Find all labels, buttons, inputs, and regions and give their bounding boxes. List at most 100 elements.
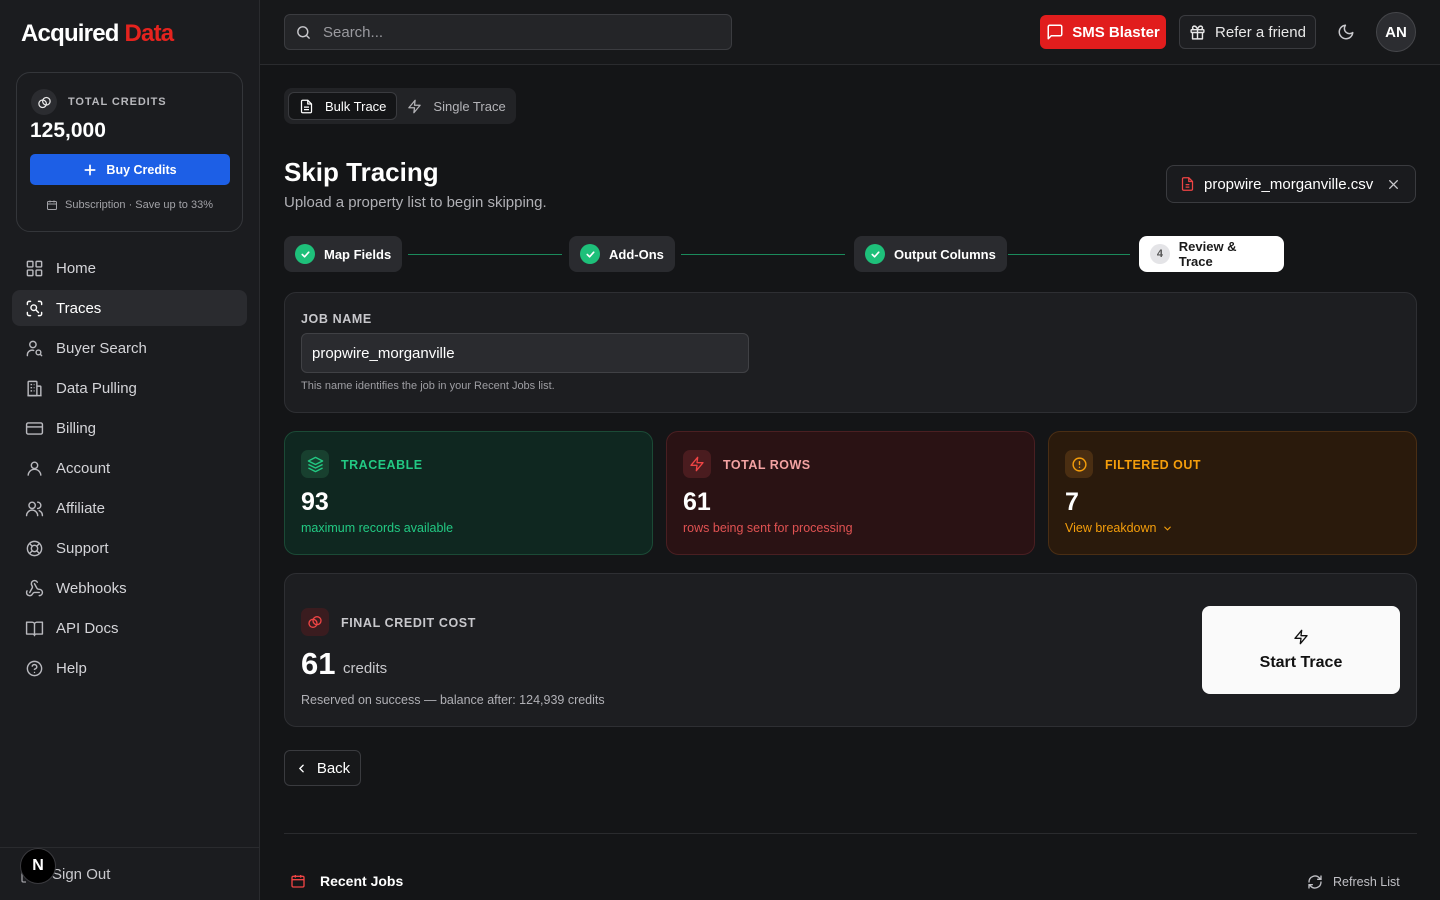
filtered-out-value: 7 [1065, 488, 1079, 516]
traceable-label: TRACEABLE [341, 458, 423, 472]
sidebar-item-account[interactable]: Account [12, 450, 247, 486]
tab-bulk-label: Bulk Trace [325, 98, 387, 114]
sms-blaster-button[interactable]: SMS Blaster [1040, 15, 1166, 49]
step-connector [408, 254, 562, 255]
building-icon [24, 378, 44, 398]
user-icon [24, 458, 44, 478]
sidebar-item-support[interactable]: Support [12, 530, 247, 566]
uploaded-file-chip: propwire_morganville.csv [1166, 165, 1416, 203]
users-icon [24, 498, 44, 518]
search-input[interactable] [323, 23, 703, 41]
step-connector [681, 254, 845, 255]
sidebar-item-label: Help [56, 659, 87, 677]
start-trace-button[interactable]: Start Trace [1202, 606, 1400, 694]
coins-icon [301, 608, 329, 636]
step-label: Review & Trace [1178, 239, 1237, 269]
sidebar-item-label: Buyer Search [56, 339, 147, 357]
back-button[interactable]: Back [284, 750, 361, 786]
check-icon [295, 244, 315, 264]
sidebar-item-label: Webhooks [56, 579, 127, 597]
traceable-stat-card: TRACEABLE 93 maximum records available [284, 431, 653, 555]
sidebar-item-label: Support [56, 539, 109, 557]
step-connector [1008, 254, 1130, 255]
sidebar-item-label: Affiliate [56, 499, 105, 517]
sidebar-item-affiliate[interactable]: Affiliate [12, 490, 247, 526]
chevron-down-icon [1163, 526, 1171, 531]
recent-jobs-title: Recent Jobs [320, 873, 404, 889]
message-icon [1047, 24, 1063, 40]
sidebar-item-api-docs[interactable]: API Docs [12, 610, 247, 646]
view-breakdown-link[interactable]: View breakdown [1065, 521, 1173, 535]
sign-out-link[interactable]: Sign Out [52, 866, 110, 883]
refresh-list-label: Refresh List [1333, 875, 1400, 889]
subscription-note: Subscription · Save up to 33% [65, 199, 213, 211]
subscription-link[interactable]: Subscription · Save up to 33% [17, 199, 242, 211]
credit-card-icon [24, 418, 44, 438]
step-label: Map Fields [324, 246, 392, 262]
refer-friend-label: Refer a friend [1215, 23, 1306, 41]
sidebar-item-label: Traces [56, 299, 102, 317]
brand-name-accent: Data [124, 20, 175, 47]
scan-icon [24, 298, 44, 318]
sidebar-item-webhooks[interactable]: Webhooks [12, 570, 247, 606]
sidebar-item-label: Billing [56, 419, 97, 437]
avatar[interactable]: AN [1376, 12, 1416, 52]
file-name: propwire_morganville.csv [1204, 175, 1374, 193]
wizard-stepper: Map Fields Add-Ons Output Columns 4 Revi… [284, 236, 1284, 272]
sidebar-item-label: API Docs [56, 619, 119, 637]
sidebar-item-traces[interactable]: Traces [12, 290, 247, 326]
traceable-desc: maximum records available [301, 521, 454, 535]
refresh-list-button[interactable]: Refresh List [1307, 874, 1400, 890]
total-rows-label: TOTAL ROWS [723, 458, 811, 472]
step-map-fields[interactable]: Map Fields [284, 236, 403, 272]
grid-icon [24, 258, 44, 278]
filtered-out-label: FILTERED OUT [1105, 458, 1202, 472]
total-rows-stat-card: TOTAL ROWS 61 rows being sent for proces… [666, 431, 1035, 555]
chevron-left-icon [298, 764, 304, 772]
view-breakdown-label: View breakdown [1065, 521, 1157, 535]
step-review-trace[interactable]: 4 Review & Trace [1139, 236, 1284, 272]
buy-credits-button[interactable]: Buy Credits [30, 154, 230, 185]
sidebar-item-label: Data Pulling [56, 379, 137, 397]
step-label: Output Columns [894, 246, 996, 262]
trace-mode-tabs: Bulk Trace Single Trace [284, 88, 516, 124]
close-icon[interactable] [1387, 178, 1400, 191]
final-cost-card: FINAL CREDIT COST 61 credits Reserved on… [284, 573, 1417, 727]
file-text-icon [300, 99, 313, 113]
refer-friend-button[interactable]: Refer a friend [1179, 15, 1316, 49]
layers-icon [301, 450, 329, 478]
sidebar-item-billing[interactable]: Billing [12, 410, 247, 446]
sidebar-item-label: Account [56, 459, 111, 477]
zap-icon [1294, 629, 1308, 644]
page-title: Skip Tracing [284, 157, 439, 187]
credits-card: TOTAL CREDITS 125,000 Buy Credits Subscr… [16, 72, 243, 232]
page-subtitle: Upload a property list to begin skipping… [284, 194, 547, 211]
sidebar-item-home[interactable]: Home [12, 250, 247, 286]
sidebar-nav: Home Traces Buyer Search Data Pulling Bi… [12, 250, 247, 690]
calendar-icon [47, 200, 57, 210]
sidebar-item-help[interactable]: Help [12, 650, 247, 686]
moon-icon[interactable] [1337, 23, 1355, 41]
step-number: 4 [1150, 244, 1170, 264]
check-icon [580, 244, 600, 264]
gift-icon [1190, 24, 1205, 40]
sidebar: Acquired Data TOTAL CREDITS 125,000 Buy … [0, 0, 260, 900]
section-divider [284, 833, 1417, 834]
sms-blaster-label: SMS Blaster [1072, 23, 1160, 41]
sidebar-item-data-pulling[interactable]: Data Pulling [12, 370, 247, 406]
check-icon [865, 244, 885, 264]
step-add-ons[interactable]: Add-Ons [569, 236, 675, 272]
job-name-label: JOB NAME [301, 312, 372, 326]
file-icon [1181, 177, 1194, 191]
start-trace-label: Start Trace [1259, 653, 1343, 671]
job-name-input[interactable] [301, 333, 749, 373]
brand-logo[interactable]: Acquired Data [21, 20, 175, 48]
job-name-help: This name identifies the job in your Rec… [301, 380, 555, 392]
total-rows-value: 61 [683, 488, 711, 516]
dev-badge[interactable]: N [20, 848, 56, 884]
step-output-columns[interactable]: Output Columns [854, 236, 1007, 272]
tab-single-trace[interactable]: Single Trace [397, 92, 515, 120]
zap-icon [408, 99, 422, 113]
sidebar-item-buyer-search[interactable]: Buyer Search [12, 330, 247, 366]
tab-bulk-trace[interactable]: Bulk Trace [288, 92, 398, 120]
